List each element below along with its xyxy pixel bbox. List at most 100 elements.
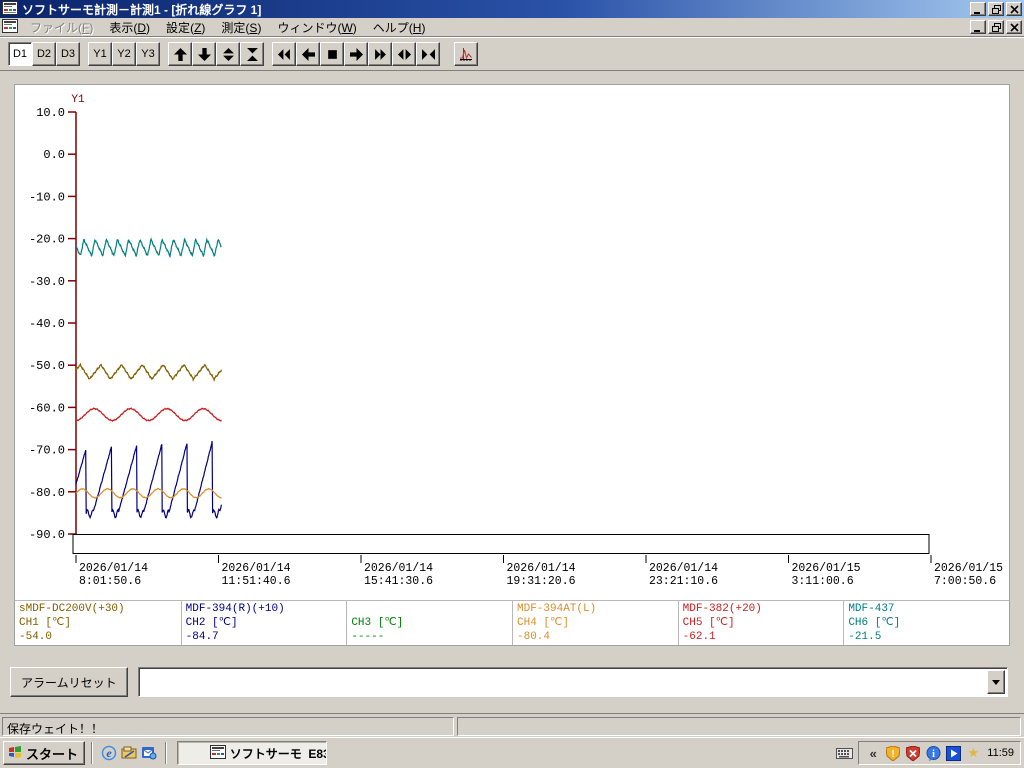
svg-text:i: i — [932, 749, 935, 760]
svg-text:e: e — [106, 746, 112, 760]
client-area: Y1 10.0 0.0 -10.0 -20.0 -30.0 -40.0 -50.0 -60.0 -… — [0, 70, 1024, 713]
status-bar: 保存ウェイト！！ — [0, 713, 1024, 737]
toolbar-button-step-left[interactable] — [296, 42, 320, 66]
media-play-icon[interactable] — [945, 745, 961, 761]
system-tray: « ! i ★ 11:59 — [858, 741, 1021, 765]
toolbar-button-stop[interactable] — [320, 42, 344, 66]
toolbar-button-compress-horizontal[interactable] — [416, 42, 440, 66]
task-button-label: ソフトサーモ E830 — [229, 746, 328, 761]
legend-cell-ch1: sMDF-DC200V(+30) CH1 [℃] -54.0 — [15, 601, 181, 645]
info-balloon-icon[interactable]: i — [925, 745, 941, 761]
arrow-up-icon — [173, 47, 187, 61]
toolbar-button-y2[interactable]: Y2 — [112, 42, 136, 66]
svg-text:-50.0: -50.0 — [29, 359, 65, 373]
toolbar-button-compress-vertical[interactable] — [240, 42, 264, 66]
menu-item-d[interactable]: 表示(D) — [101, 17, 158, 38]
toolbar-button-d3[interactable]: D3 — [56, 42, 80, 66]
channel-title: MDF-394(R)(+10) — [185, 603, 285, 615]
menu-item-w[interactable]: ウィンドウ(W) — [269, 17, 364, 38]
taskbar: スタート e ソフトサーモ E830 « ! i ★ 11:59 — [0, 737, 1024, 768]
svg-text:7:00:50.6: 7:00:50.6 — [934, 575, 996, 588]
toolbar-button-d2[interactable]: D2 — [32, 42, 56, 66]
channel-title — [351, 602, 508, 616]
task-button-softthermo[interactable]: ソフトサーモ E830 — [177, 741, 328, 765]
channel-label: CH2 [℃] — [185, 617, 238, 629]
security-warning-icon[interactable]: ! — [885, 745, 901, 761]
mdi-minimize-button[interactable] — [970, 20, 986, 34]
svg-text:-10.0: -10.0 — [29, 190, 65, 204]
windows-logo-icon — [7, 745, 23, 762]
alarm-combobox[interactable] — [137, 667, 1008, 697]
svg-text:19:31:20.6: 19:31:20.6 — [507, 575, 576, 588]
toolbar-button-arrow-up[interactable] — [168, 42, 192, 66]
menu-item-h[interactable]: ヘルプ(H) — [365, 17, 434, 38]
toolbar-button-expand-horizontal[interactable] — [392, 42, 416, 66]
channel-label: CH4 [℃] — [517, 617, 569, 629]
stop-icon — [327, 49, 337, 59]
toolbar-button-arrow-down[interactable] — [192, 42, 216, 66]
channel-title: sMDF-DC200V(+30) — [19, 603, 125, 615]
window-title: ソフトサーモ計測－計測1 - [折れ線グラフ 1] — [22, 2, 262, 17]
channel-title: MDF-437 — [848, 603, 895, 615]
toolbar-button-y3[interactable]: Y3 — [136, 42, 160, 66]
taskbar-separator — [91, 742, 94, 764]
mdi-close-button[interactable] — [1006, 20, 1022, 34]
svg-text:-20.0: -20.0 — [29, 233, 65, 247]
menu-item-f: ファイル(F) — [30, 20, 94, 35]
svg-text:Y1: Y1 — [71, 94, 85, 106]
combobox-dropdown-button[interactable] — [987, 670, 1005, 694]
toolbar-button-expand-vertical[interactable] — [216, 42, 240, 66]
toolbar-button-step-right[interactable] — [344, 42, 368, 66]
toolbar-button-graph-settings[interactable] — [454, 42, 478, 66]
ie-icon[interactable]: e — [99, 743, 119, 763]
svg-text:-60.0: -60.0 — [29, 401, 65, 415]
step-left-icon — [301, 47, 315, 61]
channel-value: -80.4 — [517, 631, 551, 643]
status-panel-secondary — [457, 717, 1021, 736]
compress-horizontal-icon — [421, 48, 435, 60]
expand-horizontal-icon — [397, 48, 411, 60]
mdi-restore-button[interactable] — [988, 20, 1004, 34]
compress-vertical-icon — [246, 47, 258, 61]
legend-cell-ch5: MDF-382(+20) CH5 [℃] -62.1 — [677, 601, 844, 645]
security-alert-icon[interactable] — [905, 745, 921, 761]
toolbar-button-y1[interactable]: Y1 — [88, 42, 112, 66]
svg-text:2026/01/14: 2026/01/14 — [222, 562, 291, 575]
taskbar-clock: 11:59 — [987, 747, 1014, 759]
alarm-combobox-value[interactable] — [140, 670, 987, 694]
svg-text:2026/01/14: 2026/01/14 — [507, 562, 576, 575]
menu-item-s[interactable]: 測定(S) — [213, 17, 269, 38]
alarm-reset-button[interactable]: アラームリセット — [10, 667, 128, 697]
toolbar-button-d1[interactable]: D1 — [8, 42, 32, 66]
channel-value: -54.0 — [19, 631, 53, 643]
close-button[interactable] — [1006, 2, 1022, 16]
collapse-chevron-icon[interactable]: « — [865, 745, 881, 761]
svg-text:-90.0: -90.0 — [29, 528, 65, 542]
toolbar-button-skip-forward[interactable] — [368, 42, 392, 66]
svg-text:0.0: 0.0 — [43, 148, 65, 162]
app-icon — [183, 742, 226, 764]
start-button[interactable]: スタート — [3, 741, 86, 765]
svg-text:2026/01/15: 2026/01/15 — [792, 562, 861, 575]
svg-text:8:01:50.6: 8:01:50.6 — [79, 575, 141, 588]
star-icon[interactable]: ★ — [965, 745, 981, 761]
channel-value: ----- — [351, 631, 385, 643]
channel-label: CH3 [℃] — [351, 617, 404, 629]
keyboard-icon[interactable] — [836, 747, 854, 759]
channel-value: -21.5 — [848, 631, 882, 643]
menu-items: ファイル(F) 表示(D) 設定(Z) 測定(S) ウィンドウ(W) ヘルプ(H) — [22, 17, 433, 38]
toolbar-button-skip-back[interactable] — [272, 42, 296, 66]
menu-item-z[interactable]: 設定(Z) — [158, 17, 213, 38]
app-icon — [2, 0, 18, 18]
series-ch1 — [75, 362, 222, 383]
mdi-child-icon — [2, 18, 18, 36]
restore-button[interactable] — [988, 2, 1004, 16]
desktop-icon[interactable] — [119, 743, 139, 763]
minimize-button[interactable] — [970, 2, 986, 16]
svg-text:11:51:40.6: 11:51:40.6 — [222, 575, 291, 588]
outlook-icon[interactable] — [139, 743, 159, 763]
svg-text:23:21:10.6: 23:21:10.6 — [649, 575, 718, 588]
start-button-label: スタート — [26, 746, 79, 762]
channel-title: MDF-382(+20) — [682, 603, 762, 615]
chevron-down-icon — [992, 679, 1000, 685]
